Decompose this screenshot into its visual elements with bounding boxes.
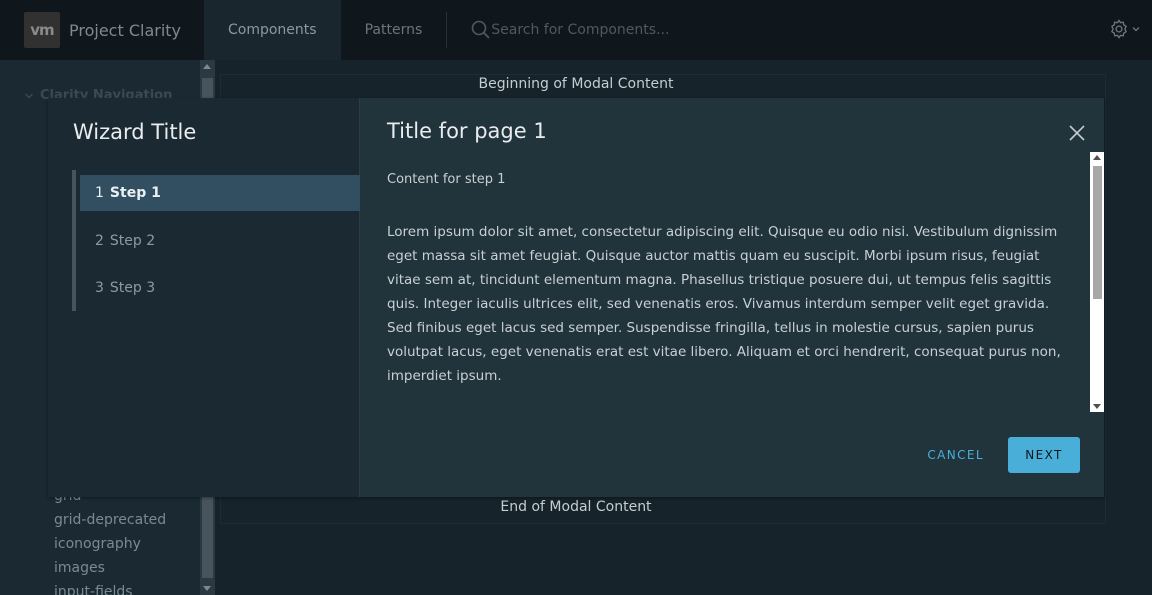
sidebar-item-iconography[interactable]: iconography: [54, 532, 166, 556]
search-input[interactable]: [491, 22, 792, 38]
cancel-button[interactable]: CANCEL: [915, 437, 996, 473]
wizard-title: Wizard Title: [73, 120, 197, 144]
step-number: 3: [95, 279, 104, 296]
search-icon: [471, 20, 490, 39]
wizard-content: Title for page 1 Content for step 1 Lore…: [360, 98, 1104, 497]
wizard-footer: CANCEL NEXT: [915, 437, 1080, 473]
next-button[interactable]: NEXT: [1008, 437, 1080, 473]
scroll-down-arrow[interactable]: [203, 586, 211, 591]
step-content-text: Content for step 1: [387, 172, 506, 187]
scroll-down-arrow[interactable]: [1093, 404, 1101, 409]
vmware-logo: vm: [24, 12, 60, 48]
chevron-down-icon: [24, 92, 34, 99]
wizard-modal: Wizard Title 1 Step 1 2 Step 2 3 Step 3 …: [48, 98, 1104, 497]
search-box[interactable]: [471, 0, 792, 60]
brand-title: Project Clarity: [69, 20, 182, 40]
modal-end-text: End of Modal Content: [500, 499, 652, 515]
nav-divider: [446, 12, 448, 48]
wizard-body: Content for step 1 Lorem ipsum dolor sit…: [360, 152, 1104, 412]
wizard-page-title: Title for page 1: [387, 119, 547, 143]
chevron-down-icon: [1132, 27, 1140, 32]
wizard-step-1[interactable]: 1 Step 1: [80, 175, 360, 211]
nav-patterns[interactable]: Patterns: [341, 0, 447, 60]
scroll-up-arrow[interactable]: [1093, 155, 1101, 160]
app-header: vm Project Clarity Components Patterns: [0, 0, 1152, 60]
close-icon: [1069, 125, 1085, 141]
step-label: Step 1: [109, 185, 161, 201]
step-number: 1: [95, 185, 104, 201]
step-number: 2: [95, 232, 104, 249]
wizard-scrollbar[interactable]: [1090, 152, 1104, 412]
wizard-stepnav: Wizard Title 1 Step 1 2 Step 2 3 Step 3: [48, 98, 360, 497]
wizard-step-3[interactable]: 3 Step 3: [80, 264, 360, 311]
modal-begin-text: Beginning of Modal Content: [478, 76, 674, 92]
close-button[interactable]: [1066, 122, 1088, 144]
scrollbar-thumb[interactable]: [1093, 166, 1102, 299]
sidebar-item-input-fields[interactable]: input-fields: [54, 580, 166, 595]
body-paragraph: Lorem ipsum dolor sit amet, consectetur …: [387, 224, 1061, 384]
gear-icon: [1111, 19, 1127, 39]
sidebar-item-images[interactable]: images: [54, 556, 166, 580]
nav-components[interactable]: Components: [204, 0, 341, 60]
wizard-step-2[interactable]: 2 Step 2: [80, 217, 360, 264]
wizard-steps: 1 Step 1 2 Step 2 3 Step 3: [72, 170, 360, 311]
brand[interactable]: vm Project Clarity: [0, 0, 204, 60]
step-label: Step 2: [109, 232, 156, 249]
step-label: Step 3: [109, 279, 156, 296]
scroll-up-arrow[interactable]: [203, 64, 211, 69]
settings-menu[interactable]: [1108, 18, 1140, 40]
